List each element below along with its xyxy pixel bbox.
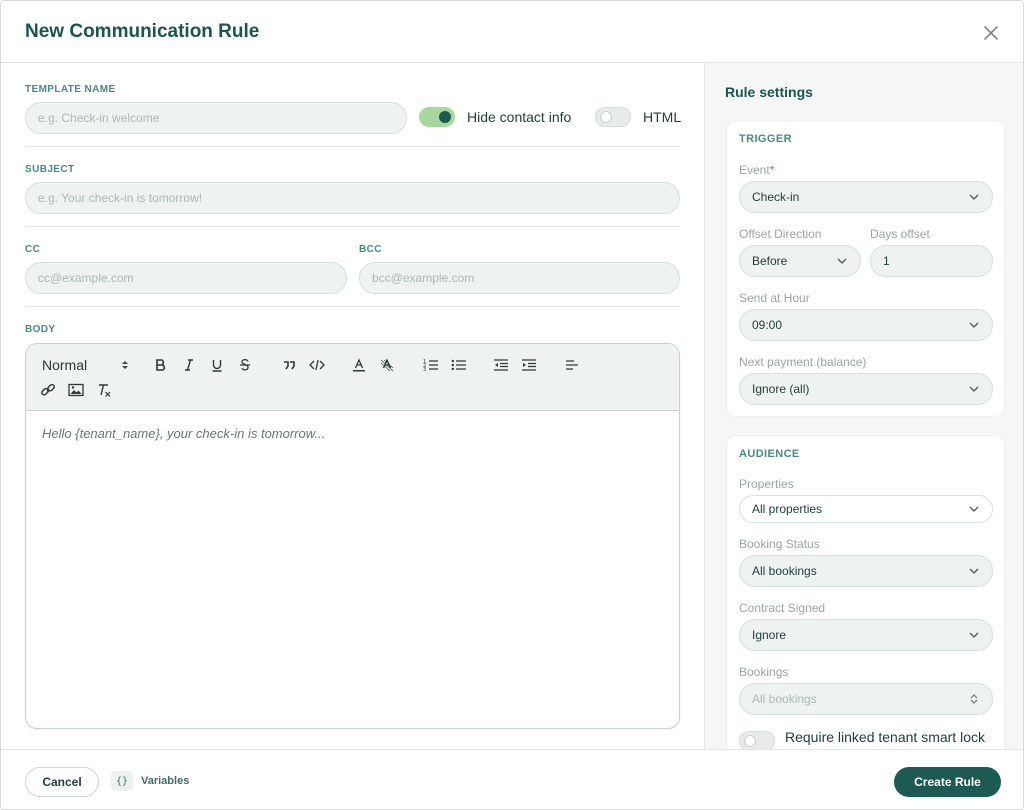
editor-toolbar: Normal 1 2 3 xyxy=(26,344,679,411)
contract-signed-value: Ignore xyxy=(752,628,787,642)
bold-icon[interactable] xyxy=(150,354,172,376)
strikethrough-icon[interactable] xyxy=(234,354,256,376)
offset-direction-select[interactable]: Before xyxy=(739,245,861,277)
bullet-list-icon[interactable] xyxy=(448,354,470,376)
format-select-value: Normal xyxy=(42,357,88,373)
close-icon[interactable] xyxy=(979,21,1003,45)
required-mark: * xyxy=(769,163,775,177)
body-label: BODY xyxy=(25,324,56,335)
booking-status-select[interactable]: All bookings xyxy=(739,555,993,587)
clear-format-icon[interactable] xyxy=(93,379,115,401)
rule-settings-panel: Rule settings TRIGGER Event* Check-in Of… xyxy=(704,63,1023,749)
event-label: Event* xyxy=(739,163,775,177)
contract-signed-select[interactable]: Ignore xyxy=(739,619,993,651)
trigger-label: TRIGGER xyxy=(739,133,792,145)
booking-status-label: Booking Status xyxy=(739,537,820,551)
require-lock-toggle[interactable] xyxy=(739,731,775,749)
format-select[interactable]: Normal xyxy=(42,354,130,376)
booking-status-value: All bookings xyxy=(752,564,817,578)
indent-icon[interactable] xyxy=(518,354,540,376)
cc-input[interactable] xyxy=(25,262,347,294)
next-payment-value: Ignore (all) xyxy=(752,382,810,396)
bcc-input[interactable] xyxy=(359,262,680,294)
contract-signed-label: Contract Signed xyxy=(739,601,826,615)
updown-icon xyxy=(122,361,128,369)
chevron-down-icon xyxy=(969,632,979,638)
next-payment-label: Next payment (balance) xyxy=(739,355,867,369)
image-icon[interactable] xyxy=(65,379,87,401)
modal-header: New Communication Rule xyxy=(1,1,1023,63)
code-icon[interactable] xyxy=(306,354,328,376)
bookings-value: All bookings xyxy=(752,692,817,706)
next-payment-select[interactable]: Ignore (all) xyxy=(739,373,993,405)
svg-text:3: 3 xyxy=(423,367,426,372)
chevron-down-icon xyxy=(969,194,979,200)
offset-direction-label: Offset Direction xyxy=(739,227,822,241)
variables-button[interactable]: {} Variables xyxy=(111,771,190,791)
bcc-label: BCC xyxy=(359,244,382,255)
send-hour-value: 09:00 xyxy=(752,318,783,332)
updown-icon xyxy=(970,694,978,704)
modal-footer: Cancel {} Variables Create Rule xyxy=(1,749,1023,809)
chevron-down-icon xyxy=(969,506,979,512)
offset-direction-value: Before xyxy=(752,254,788,268)
trigger-card: TRIGGER Event* Check-in Offset Direction… xyxy=(726,120,1005,417)
hide-contact-toggle[interactable] xyxy=(419,107,455,127)
template-form: TEMPLATE NAME Hide contact info HTML SUB… xyxy=(1,63,704,749)
chevron-down-icon xyxy=(969,568,979,574)
properties-select[interactable]: All properties xyxy=(739,495,993,523)
properties-label: Properties xyxy=(739,477,794,491)
rule-settings-title: Rule settings xyxy=(725,84,813,100)
require-lock-label: Require linked tenant smart lock access xyxy=(785,729,985,749)
chevron-down-icon xyxy=(969,386,979,392)
send-hour-select[interactable]: 09:00 xyxy=(739,309,993,341)
outdent-icon[interactable] xyxy=(490,354,512,376)
subject-input[interactable] xyxy=(25,182,680,214)
ordered-list-icon[interactable]: 123 xyxy=(420,354,442,376)
event-select[interactable]: Check-in xyxy=(739,181,993,213)
cc-label: CC xyxy=(25,244,41,255)
event-select-value: Check-in xyxy=(752,190,800,204)
audience-label: AUDIENCE xyxy=(739,448,800,460)
chevron-down-icon xyxy=(837,258,847,264)
braces-icon: {} xyxy=(111,771,133,791)
variables-label: Variables xyxy=(141,775,190,787)
bookings-label: Bookings xyxy=(739,665,789,679)
underline-icon[interactable] xyxy=(206,354,228,376)
template-name-label: TEMPLATE NAME xyxy=(25,84,116,95)
audience-card: AUDIENCE Properties All properties Booki… xyxy=(726,435,1005,749)
align-left-icon[interactable] xyxy=(561,354,583,376)
editor-placeholder[interactable]: Hello {tenant_name}, your check-in is to… xyxy=(42,426,325,441)
html-toggle[interactable] xyxy=(595,107,631,127)
communication-rule-modal: New Communication Rule TEMPLATE NAME Hid… xyxy=(0,0,1024,810)
days-offset-input[interactable] xyxy=(870,245,993,277)
properties-value: All properties xyxy=(752,502,823,516)
text-color-icon[interactable] xyxy=(348,354,370,376)
italic-icon[interactable] xyxy=(178,354,200,376)
divider xyxy=(25,306,680,307)
template-name-input[interactable] xyxy=(25,102,407,134)
link-icon[interactable] xyxy=(37,379,59,401)
divider xyxy=(25,226,680,227)
bookings-select[interactable]: All bookings xyxy=(739,683,993,715)
chevron-down-icon xyxy=(969,322,979,328)
subject-label: SUBJECT xyxy=(25,164,75,175)
send-hour-label: Send at Hour xyxy=(739,291,810,305)
quote-icon[interactable] xyxy=(278,354,300,376)
html-toggle-label: HTML xyxy=(643,109,682,125)
divider xyxy=(25,146,680,147)
body-editor: Normal 1 2 3 Hello {tenant_name}, your c… xyxy=(25,343,680,729)
highlight-icon[interactable] xyxy=(376,354,398,376)
modal-title: New Communication Rule xyxy=(25,21,260,42)
create-rule-button[interactable]: Create Rule xyxy=(894,767,1001,797)
days-offset-label: Days offset xyxy=(870,227,930,241)
cancel-button[interactable]: Cancel xyxy=(25,767,99,797)
hide-contact-label: Hide contact info xyxy=(467,109,572,125)
